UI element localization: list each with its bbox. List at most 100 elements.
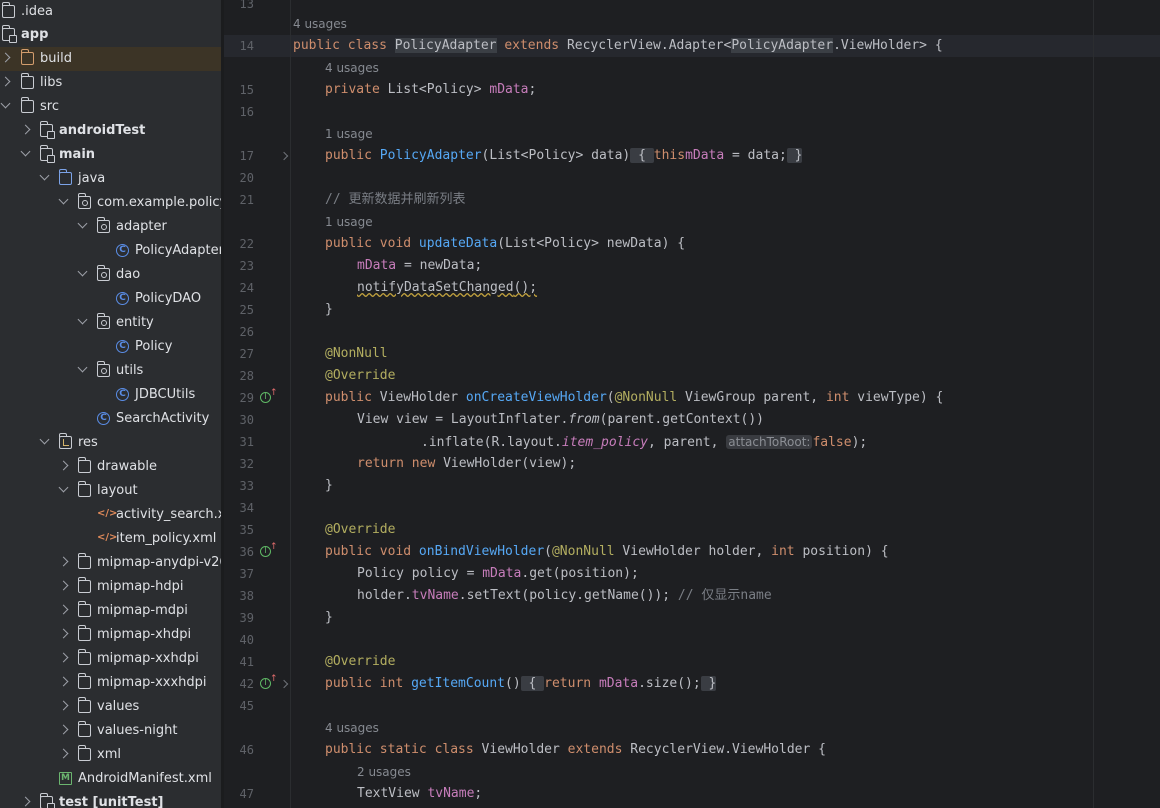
code-line-37: Policy policy = mData.get(position); [357,563,639,585]
code-token: @NonNull [614,390,678,405]
tree-item-policydao[interactable]: C PolicyDAO [0,287,221,311]
chevron-right-icon[interactable] [20,796,31,807]
module-folder-icon [39,145,55,163]
fold-chevron-icon[interactable] [279,679,289,689]
tree-item-mipmap-xxxhdpi[interactable]: mipmap-xxxhdpi [0,671,221,695]
chevron-right-icon[interactable] [20,124,31,135]
chevron-right-icon[interactable] [58,724,69,735]
tree-item-build[interactable]: build [0,47,221,71]
chevron-down-icon[interactable] [77,218,88,229]
chevron-right-icon[interactable] [58,556,69,567]
code-editor[interactable]: 13 14 15 16 17 20 21 22 23 24 25 26 27 2… [224,0,1160,808]
tree-item-utils[interactable]: utils [0,359,221,383]
tree-item-libs[interactable]: libs [0,71,221,95]
tree-item-label: main [59,147,96,162]
source-folder-icon [58,169,72,185]
usages-hint[interactable]: 2 usages [357,761,411,783]
tree-item-test-unittest[interactable]: test [unitTest] [0,791,221,808]
tree-item-main[interactable]: main [0,143,221,167]
tree-item-item-policy-xml[interactable]: </> item_policy.xml [0,527,221,551]
tree-item-jdbcutils[interactable]: C JDBCUtils [0,383,221,407]
usages-hint[interactable]: 1 usage [325,123,373,145]
tree-item-res[interactable]: res [0,431,221,455]
tree-item-searchactivity[interactable]: C SearchActivity [0,407,221,431]
code-token: tvName [427,786,475,801]
code-line-22: public void updateData(List<Policy> newD… [325,233,685,255]
chevron-right-icon[interactable] [58,676,69,687]
line-number: 40 [239,633,254,647]
usages-hint[interactable]: 4 usages [325,57,379,79]
folded-region[interactable]: } [700,676,717,691]
code-token: private [325,82,388,97]
implements-method-icon[interactable]: I [260,389,278,403]
chevron-down-icon[interactable] [20,146,31,157]
code-token: public void [325,544,419,559]
usages-hint[interactable]: 4 usages [293,13,347,35]
tree-item-mipmap-xhdpi[interactable]: mipmap-xhdpi [0,623,221,647]
tree-item-src[interactable]: src [0,95,221,119]
package-icon [96,361,110,377]
folded-region[interactable]: { [630,148,654,163]
code-token: ViewHolder [481,742,560,757]
tree-item-mipmap-anydpi-v26[interactable]: mipmap-anydpi-v26 [0,551,221,575]
fold-chevron-icon[interactable] [279,151,289,161]
chevron-right-icon[interactable] [58,652,69,663]
tree-item-values[interactable]: values [0,695,221,719]
tree-item-values-night[interactable]: values-night [0,719,221,743]
tree-item-androidtest[interactable]: androidTest [0,119,221,143]
tree-item-activity-search-xml[interactable]: </>activity_search.xml [0,503,221,527]
code-line-28: @Override [325,368,396,383]
line-number: 31 [239,435,254,449]
folded-region[interactable]: } [786,148,803,163]
chevron-down-icon[interactable] [77,314,88,325]
code-line-23: mData = newData; [357,255,482,277]
code-token: mData [357,258,397,273]
chevron-right-icon[interactable] [0,76,11,87]
chevron-down-icon[interactable] [77,266,88,277]
usages-hint[interactable]: 4 usages [325,717,379,739]
chevron-right-icon[interactable] [0,52,11,63]
chevron-down-icon[interactable] [0,98,11,109]
folded-region[interactable]: { [520,676,545,691]
tree-item-java[interactable]: java [0,167,221,191]
tree-item-adapter[interactable]: adapter [0,215,221,239]
tree-item-drawable[interactable]: drawable [0,455,221,479]
chevron-right-icon[interactable] [58,460,69,471]
line-number: 38 [239,589,254,603]
code-line-14: public class PolicyAdapter extends Recyc… [293,35,943,57]
chevron-down-icon[interactable] [39,170,50,181]
tree-item-policy[interactable]: C Policy [0,335,221,359]
tree-item-xml[interactable]: xml [0,743,221,767]
implements-method-icon[interactable]: I [260,543,278,557]
tree-item-mipmap-xxhdpi[interactable]: mipmap-xxhdpi [0,647,221,671]
chevron-down-icon[interactable] [58,194,69,205]
code-token: this [653,148,686,163]
tree-item-dao[interactable]: dao [0,263,221,287]
tree-item-layout[interactable]: layout [0,479,221,503]
code-token: return new [357,456,444,471]
chevron-right-icon[interactable] [58,748,69,759]
chevron-down-icon[interactable] [39,434,50,445]
chevron-right-icon[interactable] [58,580,69,591]
tree-item-mipmap-hdpi[interactable]: mipmap-hdpi [0,575,221,599]
code-token: .ViewHolder> { [833,38,943,53]
tree-item-entity[interactable]: entity [0,311,221,335]
chevron-right-icon[interactable] [58,628,69,639]
chevron-right-icon[interactable] [58,700,69,711]
tree-item-app[interactable]: app [0,23,221,47]
code-token: Policy policy = [357,566,483,581]
implements-method-icon[interactable]: I [260,675,278,689]
usages-hint[interactable]: 1 usage [325,211,373,233]
tree-item-idea[interactable]: .idea [0,0,221,24]
tree-item-com-example-policy[interactable]: com.example.policy [0,191,221,215]
code-line-36: public void onBindViewHolder(@NonNull Vi… [325,541,889,563]
chevron-down-icon[interactable] [58,482,69,493]
code-line-17: public PolicyAdapter(List<Policy> data) … [325,145,803,167]
folder-icon [1,2,15,18]
tree-item-policyadapter[interactable]: C PolicyAdapter [0,239,221,263]
chevron-right-icon[interactable] [58,604,69,615]
chevron-down-icon[interactable] [77,362,88,373]
tree-item-label: mipmap-hdpi [97,579,184,594]
tree-item-mipmap-mdpi[interactable]: mipmap-mdpi [0,599,221,623]
tree-item-androidmanifest-xml[interactable]: M AndroidManifest.xml [0,767,221,791]
